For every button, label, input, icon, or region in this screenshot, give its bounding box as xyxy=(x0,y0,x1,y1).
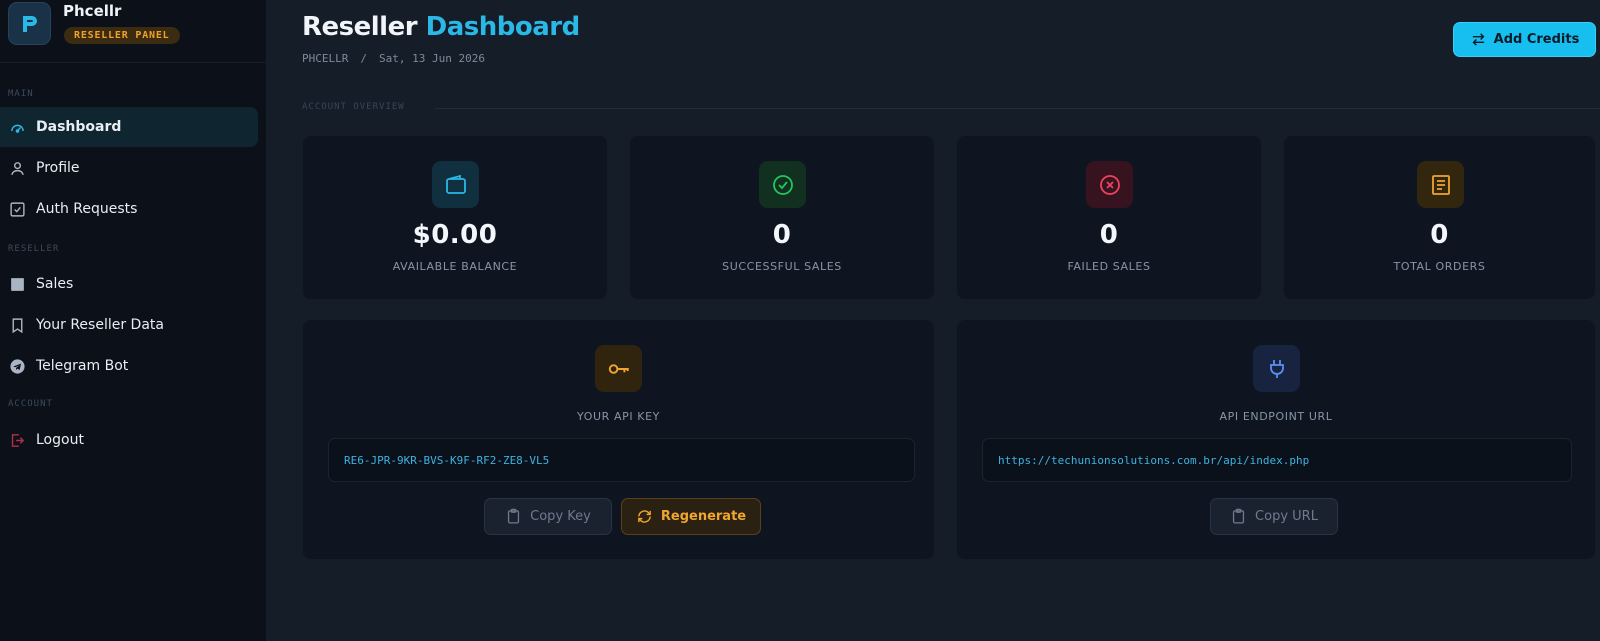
api-endpoint-card: API ENDPOINT URL https://techunionsoluti… xyxy=(956,319,1596,560)
main-content: Reseller Dashboard PHCELLR / Sat, 13 Jun 2… xyxy=(267,0,1600,641)
user-icon xyxy=(9,160,26,177)
stat-label: FAILED SALES xyxy=(1067,260,1151,273)
reseller-panel-badge: RESELLER PANEL xyxy=(64,27,180,44)
clipboard-icon xyxy=(508,508,520,524)
stat-label: TOTAL ORDERS xyxy=(1393,260,1486,273)
wallet-icon xyxy=(432,161,479,208)
telegram-icon xyxy=(9,358,26,375)
sidebar-item-label: Your Reseller Data xyxy=(36,317,164,333)
sidebar-item-sales[interactable]: Sales xyxy=(0,264,258,304)
swap-arrows-icon xyxy=(1472,33,1485,46)
section-divider xyxy=(435,108,1600,109)
breadcrumb: PHCELLR / Sat, 13 Jun 2026 xyxy=(302,52,485,65)
sidebar-item-label: Dashboard xyxy=(36,119,122,135)
sidebar-item-reseller-data[interactable]: Your Reseller Data xyxy=(0,305,258,345)
sidebar-item-profile[interactable]: Profile xyxy=(0,148,258,188)
nav-section-account: ACCOUNT xyxy=(8,399,53,409)
logo-p-icon xyxy=(22,15,37,32)
breadcrumb-date: Sat, 13 Jun 2026 xyxy=(378,52,485,65)
square-icon xyxy=(9,276,26,293)
sidebar-item-label: Logout xyxy=(36,432,84,448)
copy-url-button[interactable]: Copy URL xyxy=(1210,498,1338,535)
plug-icon xyxy=(1253,345,1300,392)
stat-label: AVAILABLE BALANCE xyxy=(392,260,518,273)
nav-section-reseller: RESELLER xyxy=(8,244,60,254)
stat-value: $0.00 xyxy=(412,220,498,250)
account-overview-label: ACCOUNT OVERVIEW xyxy=(302,102,405,112)
breadcrumb-root: PHCELLR xyxy=(302,52,349,65)
dashboard-gauge-icon xyxy=(9,119,26,136)
key-icon xyxy=(595,345,642,392)
add-credits-button[interactable]: Add Credits xyxy=(1453,22,1596,57)
x-circle-icon xyxy=(1086,161,1133,208)
brand-logo xyxy=(8,2,51,45)
regenerate-button[interactable]: Regenerate xyxy=(621,498,761,535)
divider xyxy=(0,62,266,63)
api-endpoint-label: API ENDPOINT URL xyxy=(1219,410,1333,423)
sidebar-item-label: Sales xyxy=(36,276,74,292)
api-key-field[interactable]: RE6-JPR-9KR-BVS-K9F-RF2-ZE8-VL5 xyxy=(328,438,915,482)
stat-card-successful-sales: 0 SUCCESSFUL SALES xyxy=(629,135,935,300)
nav-section-main: MAIN xyxy=(8,89,34,99)
sidebar: Phcellr RESELLER PANEL MAIN Dashboard Pr… xyxy=(0,0,267,641)
page-title: Reseller Dashboard xyxy=(302,12,580,42)
stat-value: 0 xyxy=(1099,220,1119,250)
sidebar-item-label: Auth Requests xyxy=(36,201,138,217)
api-key-card: YOUR API KEY RE6-JPR-9KR-BVS-K9F-RF2-ZE8… xyxy=(302,319,935,560)
stat-card-balance: $0.00 AVAILABLE BALANCE xyxy=(302,135,608,300)
api-key-label: YOUR API KEY xyxy=(577,410,660,423)
check-circle-icon xyxy=(759,161,806,208)
logout-icon xyxy=(9,432,26,449)
checkbox-icon xyxy=(9,201,26,218)
stat-card-failed-sales: 0 FAILED SALES xyxy=(956,135,1262,300)
stat-value: 0 xyxy=(772,220,792,250)
sidebar-item-logout[interactable]: Logout xyxy=(0,420,258,460)
sidebar-item-label: Profile xyxy=(36,160,80,176)
brand: Phcellr RESELLER PANEL xyxy=(8,2,258,62)
bookmark-icon xyxy=(9,317,26,334)
sidebar-item-dashboard[interactable]: Dashboard xyxy=(0,107,258,147)
refresh-icon xyxy=(638,510,651,523)
api-endpoint-field[interactable]: https://techunionsolutions.com.br/api/in… xyxy=(982,438,1572,482)
brand-name: Phcellr xyxy=(63,2,122,20)
sidebar-item-label: Telegram Bot xyxy=(36,358,129,374)
receipt-icon xyxy=(1417,161,1464,208)
stat-label: SUCCESSFUL SALES xyxy=(722,260,842,273)
stat-value: 0 xyxy=(1430,220,1449,250)
clipboard-icon xyxy=(1232,508,1245,524)
sidebar-item-telegram-bot[interactable]: Telegram Bot xyxy=(0,346,258,386)
stat-card-total-orders: 0 TOTAL ORDERS xyxy=(1283,135,1596,300)
sidebar-item-auth-requests[interactable]: Auth Requests xyxy=(0,189,258,229)
copy-key-button[interactable]: Copy Key xyxy=(484,498,612,535)
